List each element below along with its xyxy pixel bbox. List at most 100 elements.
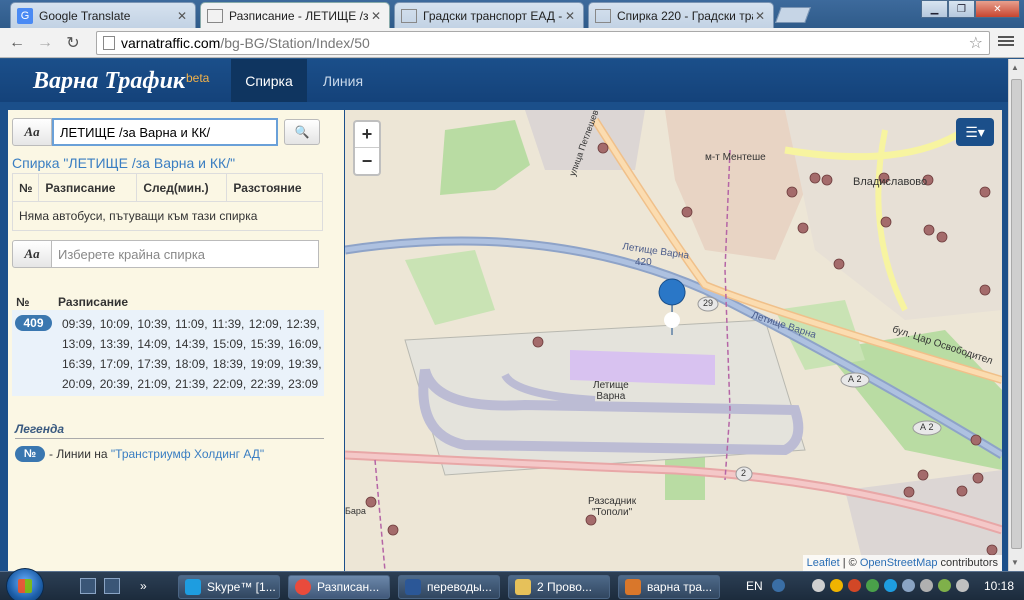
tray-icon[interactable] (812, 579, 825, 592)
park-area (440, 120, 530, 195)
font-size-toggle[interactable]: Aa (12, 240, 52, 268)
browser-tab-strip: G Google Translate ✕ Разписание - ЛЕТИЩЕ… (0, 0, 1024, 28)
taskbar-skype[interactable]: Skype™ [1... (178, 575, 280, 599)
line-badge[interactable]: 409 (15, 315, 52, 331)
table-header: Разписание (38, 173, 138, 202)
table-header: № (11, 173, 40, 202)
start-button[interactable] (6, 568, 44, 600)
end-stop-row: Aa Изберете крайна спирка (12, 240, 319, 270)
taskbar-word[interactable]: переводы... (398, 575, 500, 599)
forward-icon[interactable]: → (34, 32, 56, 54)
explorer-icon[interactable] (104, 578, 120, 594)
map[interactable]: Летище Варна 420 м-т Ментеше Владиславов… (345, 110, 1002, 571)
skype-tray-icon[interactable] (884, 579, 897, 592)
bookmark-star-icon[interactable]: ☆ (969, 33, 983, 53)
taskbar-paint[interactable]: варна тра... (618, 575, 720, 599)
tray-icon[interactable] (830, 579, 843, 592)
tab-city-transport[interactable]: Градски транспорт ЕАД - ✕ (394, 2, 584, 28)
close-icon[interactable]: ✕ (175, 9, 189, 23)
url-text: varnatraffic.com/bg-BG/Station/Index/50 (121, 35, 370, 51)
site-header: Варна Трафик beta Спирка Линия (0, 59, 1008, 102)
page-scrollbar[interactable]: ▲ ▼ (1008, 59, 1024, 571)
scroll-down-icon[interactable]: ▼ (1011, 558, 1019, 567)
nav-line[interactable]: Линия (309, 59, 377, 102)
map-label: Летище Варна (593, 380, 629, 402)
skype-icon (185, 579, 201, 595)
scroll-up-icon[interactable]: ▲ (1011, 63, 1019, 72)
operator-link[interactable]: "Транстриумф Холдинг АД" (111, 447, 264, 461)
map-label: Владиславово (853, 176, 928, 188)
minimize-button[interactable]: ▁ (921, 0, 948, 18)
table-header: След(мин.) (136, 173, 228, 202)
page-icon (103, 36, 115, 50)
osm-link[interactable]: OpenStreetMap (860, 557, 938, 569)
close-icon[interactable]: ✕ (369, 9, 383, 23)
help-icon[interactable] (772, 579, 785, 592)
boundary (374, 459, 386, 571)
legend-text: - Линии на "Транстриумф Холдинг АД" (49, 447, 265, 461)
page-icon (401, 8, 417, 23)
volume-icon[interactable] (920, 579, 933, 592)
show-desktop-icon[interactable] (80, 578, 96, 594)
map-attribution: Leaflet | © OpenStreetMap contributors (802, 555, 1002, 571)
tab-stop-220[interactable]: Спирка 220 - Градски тра ✕ (588, 2, 774, 28)
font-size-toggle[interactable]: Aa (12, 118, 52, 146)
tray-icon[interactable] (956, 579, 969, 592)
tab-schedule[interactable]: Разписание - ЛЕТИЩЕ /з ✕ (200, 2, 390, 28)
content-area: Aa ЛЕТИЩЕ /за Варна и КК/ 🔍 Спирка "ЛЕТИ… (0, 102, 1008, 571)
maximize-button[interactable]: ❐ (948, 0, 975, 18)
no-buses-message: Няма автобуси, пътуващи към тази спирка (12, 201, 323, 231)
address-bar[interactable]: varnatraffic.com/bg-BG/Station/Index/50 … (96, 31, 990, 55)
chrome-menu-icon[interactable] (998, 34, 1014, 50)
station-search-row: Aa ЛЕТИЩЕ /за Варна и КК/ 🔍 (12, 118, 320, 148)
legend-title: Легенда (15, 422, 65, 436)
page-icon (207, 8, 223, 23)
beta-label: beta (186, 71, 210, 85)
scrollbar-thumb[interactable] (1011, 79, 1022, 549)
layers-icon[interactable]: ☰▾ (956, 118, 994, 146)
network-icon[interactable] (902, 579, 915, 592)
leaflet-link[interactable]: Leaflet (807, 557, 840, 569)
new-tab-button[interactable] (775, 7, 811, 23)
tray-icon[interactable] (848, 579, 861, 592)
sidebar: Aa ЛЕТИЩЕ /за Варна и КК/ 🔍 Спирка "ЛЕТИ… (8, 110, 344, 571)
arrivals-table: № Разписание След(мин.) Разстояние Няма … (11, 173, 323, 231)
terminal-area (570, 350, 715, 385)
table-row: Няма автобуси, пътуващи към тази спирка (12, 201, 323, 231)
zoom-control: + − (353, 120, 381, 176)
park-area (405, 250, 495, 325)
map-label: 2 (741, 468, 747, 478)
close-icon[interactable]: ✕ (563, 9, 577, 23)
windows-taskbar: » Skype™ [1... Разписан... переводы... 2… (0, 568, 1024, 600)
map-label: 420 (635, 257, 652, 268)
taskbar-chrome[interactable]: Разписан... (288, 575, 390, 599)
taskbar-explorer[interactable]: 2 Прово... (508, 575, 610, 599)
station-search-input[interactable]: ЛЕТИЩЕ /за Варна и КК/ (52, 118, 278, 146)
close-icon[interactable]: ✕ (753, 9, 767, 23)
zoom-out-button[interactable]: − (355, 148, 379, 174)
bus-stop-marker (664, 312, 680, 328)
map-label: м-т Ментеше (705, 152, 766, 163)
battery-icon[interactable] (938, 579, 951, 592)
overflow-chevron-icon[interactable]: » (140, 579, 147, 593)
tray-icon[interactable] (866, 579, 879, 592)
station-title: Спирка "ЛЕТИЩЕ /за Варна и КК/" (12, 155, 236, 171)
browser-toolbar: ← → ↻ varnatraffic.com/bg-BG/Station/Ind… (0, 28, 1024, 58)
site-logo[interactable]: Варна Трафик (33, 68, 185, 95)
map-label: А 2 (920, 422, 934, 432)
close-window-button[interactable]: ✕ (975, 0, 1020, 18)
zoom-in-button[interactable]: + (355, 122, 379, 148)
schedule-row: 409 09:39, 10:09, 10:39, 11:09, 11:39, 1… (12, 310, 324, 396)
tab-google-translate[interactable]: G Google Translate ✕ (10, 2, 196, 28)
schedule-times: 09:39, 10:09, 10:39, 11:09, 11:39, 12:09… (62, 317, 322, 391)
page-icon (595, 8, 611, 23)
reload-icon[interactable]: ↻ (62, 32, 84, 54)
back-icon[interactable]: ← (6, 32, 28, 54)
end-stop-input[interactable]: Изберете крайна спирка (52, 240, 319, 268)
word-icon (405, 579, 421, 595)
nav-stop[interactable]: Спирка (231, 59, 307, 102)
language-indicator[interactable]: EN (746, 579, 763, 593)
paint-icon (625, 579, 641, 595)
search-icon[interactable]: 🔍 (284, 119, 320, 145)
clock[interactable]: 10:18 (984, 579, 1014, 593)
